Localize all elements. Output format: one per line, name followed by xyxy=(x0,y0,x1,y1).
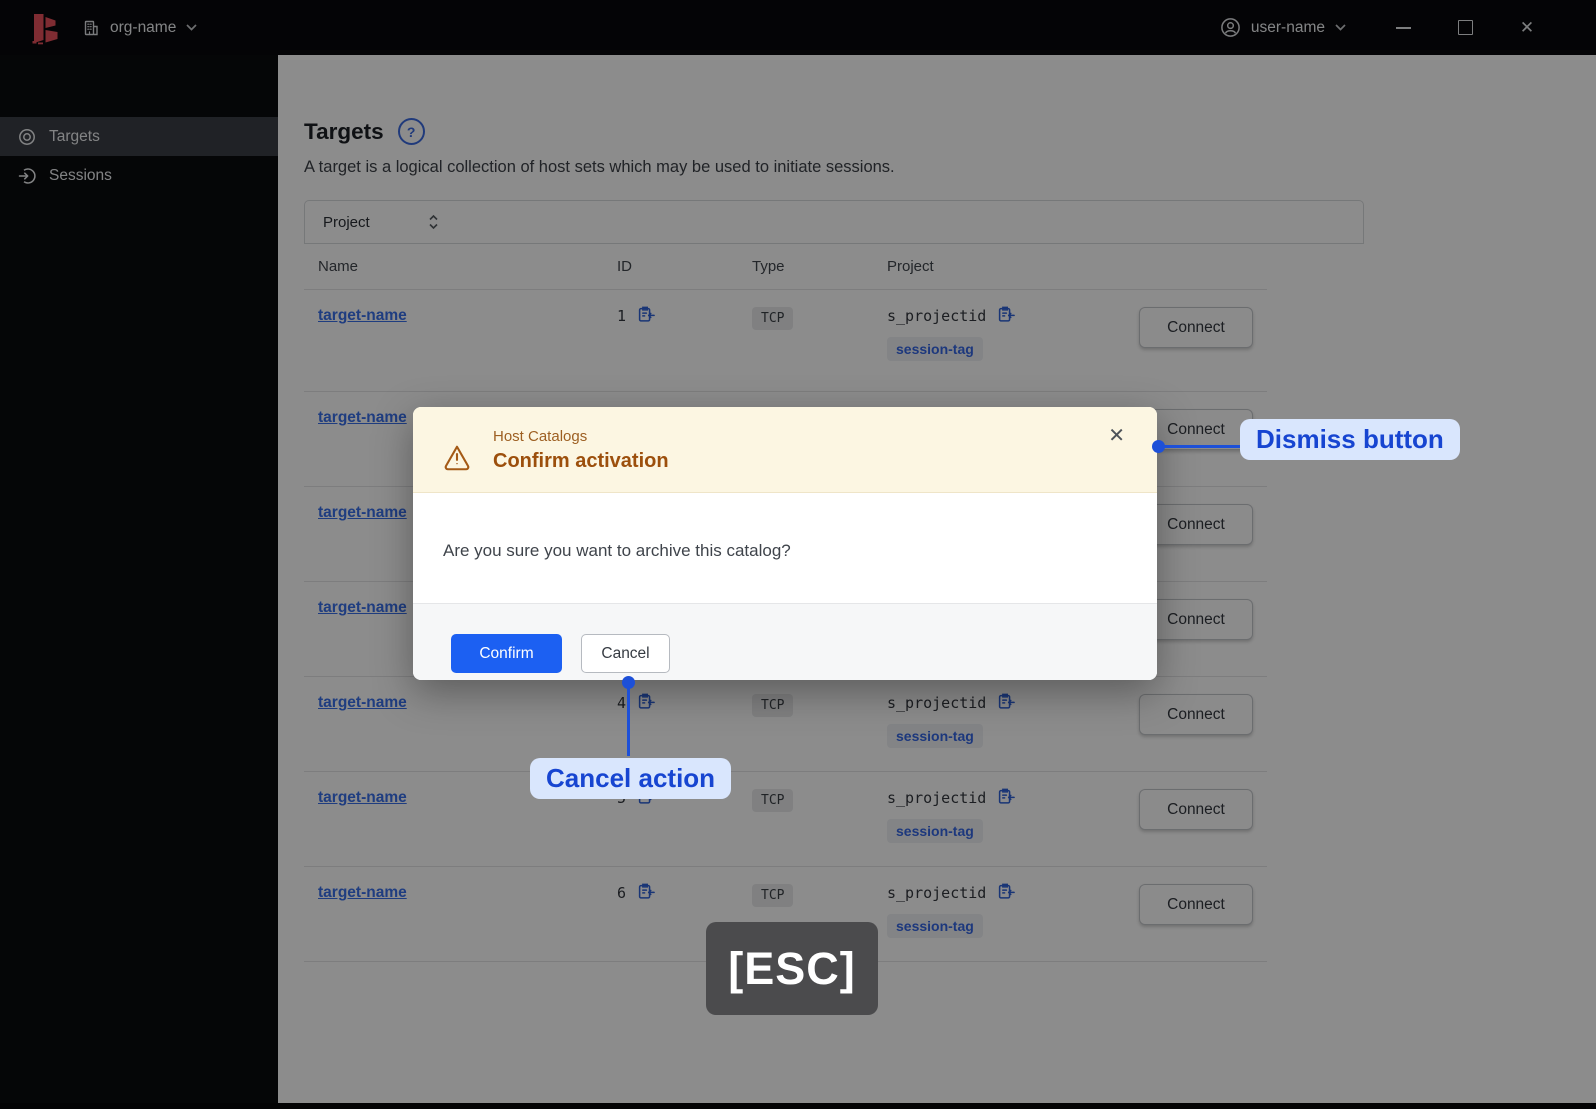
dismiss-annotation-line xyxy=(1163,445,1240,448)
dialog-context-label: Host Catalogs xyxy=(493,428,588,445)
esc-key-badge: [ESC] xyxy=(706,922,878,1015)
warning-icon xyxy=(444,445,470,471)
dialog-header: Host Catalogs Confirm activation ✕ xyxy=(413,407,1157,493)
cancel-annotation-line xyxy=(627,688,630,756)
app-window: org-name user-name ✕ Targets Sessions Ta… xyxy=(0,0,1596,1109)
cancel-annotation-label: Cancel action xyxy=(530,758,732,799)
dialog-body-text: Are you sure you want to archive this ca… xyxy=(443,541,791,560)
dialog-title: Confirm activation xyxy=(493,450,669,472)
cancel-button[interactable]: Cancel xyxy=(581,634,670,673)
dialog-close-icon[interactable]: ✕ xyxy=(1108,426,1125,446)
dismiss-annotation-label: Dismiss button xyxy=(1240,419,1460,460)
confirm-button[interactable]: Confirm xyxy=(451,634,562,673)
confirm-dialog: Host Catalogs Confirm activation ✕ Are y… xyxy=(413,407,1157,680)
dialog-footer: Confirm Cancel xyxy=(413,603,1157,680)
